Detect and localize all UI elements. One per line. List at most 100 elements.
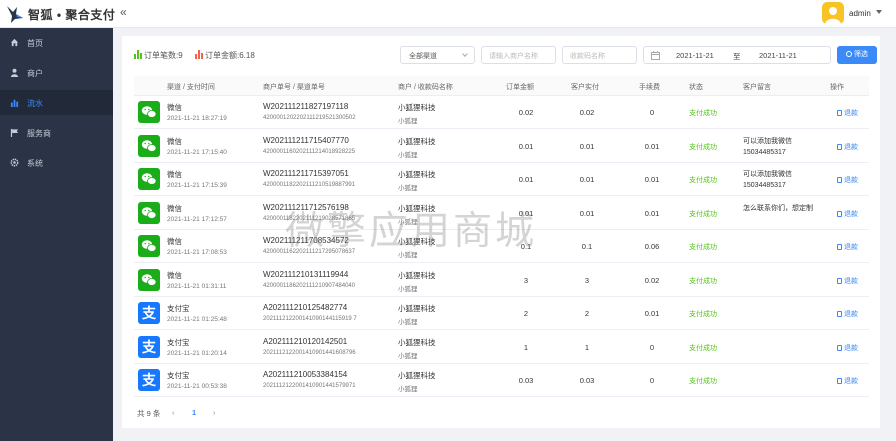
pay-time: 2021-11-21 17:15:39	[167, 182, 227, 189]
fee-cell: 0.06	[644, 242, 660, 251]
refund-icon	[837, 311, 842, 317]
pay-time: 2021-11-21 01:25:48	[167, 316, 227, 323]
refund-button[interactable]: 退款	[837, 343, 858, 353]
prev-page-button[interactable]: ‹	[172, 408, 175, 417]
merchant-name: 小狐狸科技	[398, 337, 436, 347]
refund-icon	[837, 277, 842, 284]
column-header: 操作	[830, 84, 844, 91]
pagination-total: 共 9 条	[137, 409, 161, 418]
refund-icon	[837, 244, 842, 250]
fee-cell: 0	[649, 376, 655, 385]
pay-time: 2021-11-21 17:15:40	[167, 148, 227, 156]
refund-icon	[837, 110, 842, 116]
code-name: 小狐狸	[398, 185, 418, 192]
paid-amount-cell: 1	[584, 342, 590, 352]
date-start[interactable]: 2021-11-21	[676, 51, 714, 60]
status-badge: 支付成功	[689, 110, 717, 117]
refund-button[interactable]: 退款	[837, 242, 858, 252]
channel-order-no: 2021112122001410901441579971	[263, 383, 356, 389]
channel-name: 微信	[167, 103, 182, 112]
merchant-name-input[interactable]: 请输入商户名称	[481, 46, 556, 64]
customer-message: 可以添加我微信15034485317	[743, 137, 792, 156]
refund-icon	[837, 143, 842, 150]
refund-label: 退款	[844, 344, 858, 352]
svg-text:支: 支	[141, 372, 157, 389]
channel-order-no: 4200001160202111214018928225	[263, 148, 356, 155]
code-name: 小狐狸	[398, 285, 418, 293]
pay-time: 2021-11-21 00:53:38	[167, 383, 227, 390]
merchant-name: 小狐狸科技	[398, 237, 436, 246]
chevron-down-icon	[462, 51, 468, 57]
status-badge: 支付成功	[689, 344, 717, 352]
sidebar-item-label: 服务商	[27, 129, 51, 138]
chevron-down-icon[interactable]	[876, 10, 882, 14]
status-badge: 支付成功	[689, 244, 717, 251]
code-name-input[interactable]: 收款码名称	[562, 46, 637, 64]
column-header: 商户单号 / 渠道单号	[263, 84, 325, 91]
fee-cell: 0	[649, 342, 655, 352]
alipay-icon: 支	[138, 335, 160, 358]
sidebar-item-system[interactable]: 系统	[0, 150, 113, 175]
refund-button[interactable]: 退款	[837, 142, 858, 152]
code-name: 小狐狸	[398, 218, 418, 226]
refund-label: 退款	[844, 244, 858, 251]
channel-name: 微信	[167, 237, 182, 246]
refund-button[interactable]: 退款	[837, 376, 858, 386]
refund-icon	[837, 177, 842, 183]
order-count: 订单笔数:9	[144, 51, 183, 60]
merchant-name: 小狐狸科技	[398, 270, 436, 280]
order-amount-cell: 0.03	[518, 376, 534, 385]
date-range-picker[interactable]: 2021-11-21 至 2021-11-21	[643, 46, 831, 64]
channel-order-no: 2021112122001410901441608796	[263, 349, 356, 356]
pay-time: 2021-11-21 17:12:57	[167, 215, 227, 223]
sidebar-item-provider[interactable]: 服务商	[0, 120, 113, 145]
merchant-name: 小狐狸科技	[398, 103, 436, 112]
refund-label: 退款	[844, 311, 858, 318]
paid-amount-cell: 0.01	[579, 141, 595, 151]
channel-order-no: 4200001162202111217295078637	[263, 249, 356, 255]
channel-select[interactable]: 全部渠道	[400, 46, 475, 64]
table-row: 微信 2021-11-21 18:27:19 W202111211827197118…	[134, 96, 869, 129]
next-page-button[interactable]: ›	[213, 408, 216, 417]
page-number[interactable]: 1	[192, 408, 196, 417]
pay-time: 2021-11-21 18:27:19	[167, 115, 227, 122]
sidebar-item-flow[interactable]: 流水	[0, 90, 113, 115]
merchant-order-no: W202111210131119944	[263, 269, 349, 279]
merchant-order-no: W202111211827197118	[263, 102, 349, 111]
pay-time: 2021-11-21 01:20:14	[167, 349, 227, 357]
channel-order-no: 4200001182202111210519887991	[263, 182, 356, 188]
refund-button[interactable]: 退款	[837, 108, 858, 118]
collapse-sidebar-icon[interactable]: «	[120, 5, 127, 19]
search-button[interactable]: 筛选	[837, 46, 877, 64]
table-row: 支 支付宝 2021-11-21 00:53:38 A2021112100533841…	[134, 364, 869, 397]
paid-amount-cell: 0.01	[579, 208, 595, 218]
refund-icon	[837, 344, 842, 351]
username[interactable]: admin	[849, 9, 871, 18]
channel-order-no: 4200001202202111219521300502	[263, 115, 356, 121]
wechat-icon	[138, 235, 160, 257]
date-end[interactable]: 2021-11-21	[759, 51, 797, 60]
channel-order-no: 202111212200141090144115919 7	[263, 316, 357, 322]
channel-name: 支付宝	[167, 371, 190, 380]
refund-button[interactable]: 退款	[837, 209, 858, 219]
refund-button[interactable]: 退款	[837, 276, 858, 286]
sidebar-item-home[interactable]: 首页	[0, 30, 113, 55]
sidebar: 首页 商户 流水 服务商 系统	[0, 28, 113, 441]
status-badge: 支付成功	[689, 177, 717, 184]
calendar-icon	[651, 51, 660, 60]
flag-icon	[10, 128, 19, 137]
table-row: 微信 2021-11-21 17:12:57 W202111211712576198…	[134, 197, 869, 230]
code-name: 小狐狸	[398, 319, 418, 326]
refund-button[interactable]: 退款	[837, 309, 858, 319]
merchant-order-no: W202111211715397051	[263, 169, 349, 178]
sidebar-item-merchant[interactable]: 商户	[0, 60, 113, 85]
fee-cell: 0.01	[644, 141, 660, 151]
fee-cell: 0	[649, 108, 655, 117]
merchant-name: 小狐狸科技	[398, 371, 436, 380]
channel-name: 支付宝	[167, 337, 190, 347]
channel-select-value: 全部渠道	[409, 53, 437, 60]
merchant-order-no: A202111210120142501	[263, 336, 348, 346]
avatar[interactable]	[822, 2, 844, 24]
refund-button[interactable]: 退款	[837, 175, 858, 185]
customer-message: 可以添加我微信15034485317	[743, 171, 792, 189]
